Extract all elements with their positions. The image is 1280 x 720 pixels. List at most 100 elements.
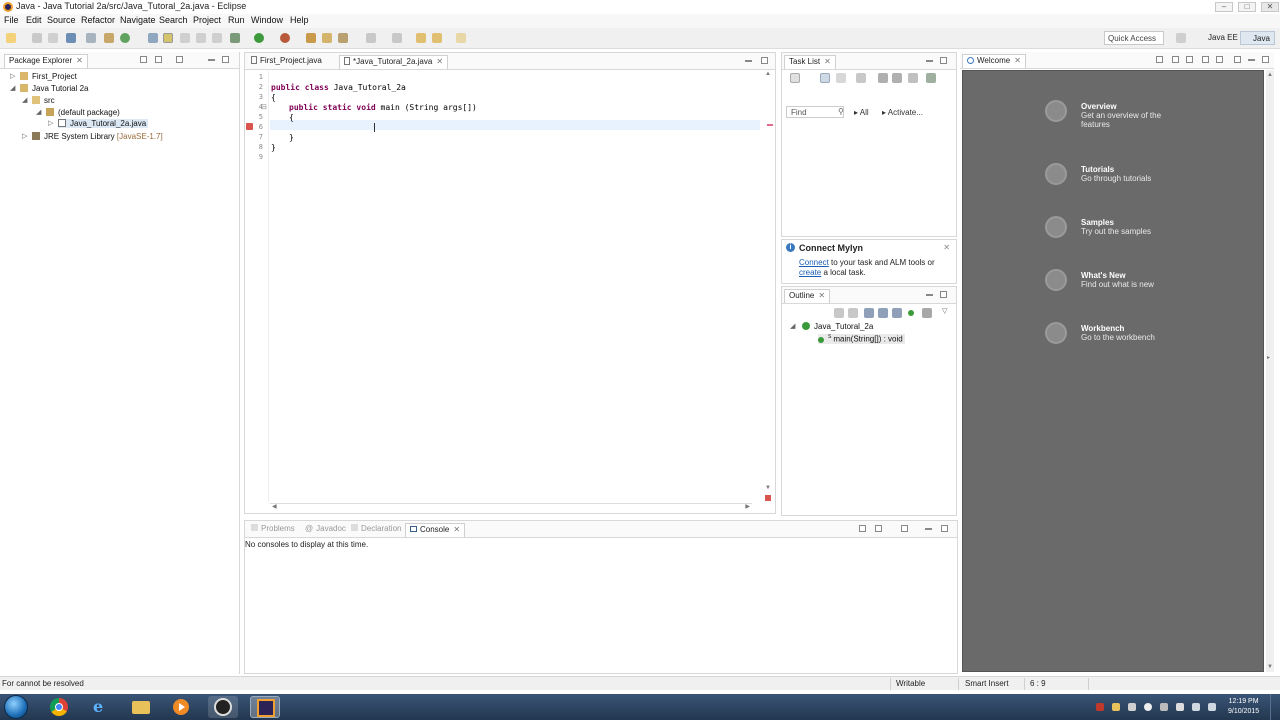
external-tools-icon[interactable] xyxy=(280,33,290,43)
new-package-icon[interactable] xyxy=(322,33,332,43)
show-desktop-button[interactable] xyxy=(1270,694,1280,720)
network-icon[interactable] xyxy=(1192,703,1200,711)
vertical-scrollbar[interactable]: ▲ ▼ xyxy=(765,71,773,501)
menu-navigate[interactable]: Navigate xyxy=(120,15,156,25)
minimize-view-icon[interactable] xyxy=(1248,59,1255,61)
tab-task-list[interactable]: Task List ✕ xyxy=(784,55,836,69)
next-annotation-icon[interactable] xyxy=(366,33,376,43)
collapse-all-icon[interactable] xyxy=(908,73,918,83)
chrome-icon[interactable] xyxy=(44,696,74,718)
minimize-view-icon[interactable] xyxy=(925,528,932,530)
file-explorer-icon[interactable] xyxy=(126,696,156,718)
new-java-project-icon[interactable] xyxy=(306,33,316,43)
minimize-view-icon[interactable] xyxy=(208,59,215,61)
menu-source[interactable]: Source xyxy=(47,15,76,25)
focus-icon[interactable] xyxy=(878,73,888,83)
tree-item-java-file[interactable]: ▷ Java_Tutoral_2a.java xyxy=(48,119,149,128)
new-task-icon[interactable] xyxy=(790,73,800,83)
scroll-left-icon[interactable]: ◀ xyxy=(272,503,277,510)
welcome-workbench[interactable]: Workbench Go to the workbench xyxy=(1045,322,1191,344)
tree-item-jre-library[interactable]: ▷ JRE System Library [JavaSE-1.7] xyxy=(22,132,163,141)
menu-refactor[interactable]: Refactor xyxy=(81,15,115,25)
welcome-scrollbar[interactable]: ▲ ▸ ▼ xyxy=(1266,70,1274,672)
minimize-button[interactable]: – xyxy=(1215,2,1233,12)
maximize-view-icon[interactable] xyxy=(940,57,947,64)
word-wrap-icon[interactable] xyxy=(196,33,206,43)
collapse-icon[interactable]: ◢ xyxy=(22,96,27,104)
layout-icon[interactable] xyxy=(1234,56,1241,63)
close-icon[interactable]: ✕ xyxy=(943,243,950,252)
media-player-icon[interactable] xyxy=(166,696,196,718)
whitespace-icon[interactable] xyxy=(180,33,190,43)
code-line-5[interactable]: { xyxy=(289,113,294,122)
toggle-mark-icon[interactable] xyxy=(148,33,158,43)
show-source-icon[interactable] xyxy=(212,33,222,43)
forward-icon[interactable] xyxy=(456,33,466,43)
link-editor-icon[interactable] xyxy=(922,308,932,318)
tab-problems[interactable]: Problems xyxy=(247,523,299,537)
close-icon[interactable]: ✕ xyxy=(453,525,460,534)
prev-annotation-icon[interactable] xyxy=(392,33,402,43)
hide-static-icon[interactable] xyxy=(878,308,888,318)
scroll-up-icon[interactable]: ▲ xyxy=(765,71,771,77)
scroll-up-icon[interactable]: ▲ xyxy=(1267,72,1273,78)
close-icon[interactable]: ✕ xyxy=(436,57,443,66)
menu-run[interactable]: Run xyxy=(228,15,245,25)
collapse-all-icon[interactable] xyxy=(140,56,147,63)
scroll-thumb-icon[interactable]: ▸ xyxy=(1267,354,1270,361)
minimize-view-icon[interactable] xyxy=(745,60,752,62)
outline-method-item[interactable]: Smain(String[]) : void xyxy=(818,334,905,344)
tray-icon[interactable] xyxy=(1144,703,1152,711)
tab-javadoc[interactable]: @ Javadoc xyxy=(301,523,350,537)
scroll-down-icon[interactable]: ▼ xyxy=(765,485,771,491)
view-menu-icon[interactable]: ▽ xyxy=(942,307,947,315)
tray-icon[interactable] xyxy=(1160,703,1168,711)
tray-icon[interactable] xyxy=(1128,703,1136,711)
refresh-icon[interactable] xyxy=(120,33,130,43)
expand-icon[interactable]: ▷ xyxy=(10,72,15,80)
menu-file[interactable]: File xyxy=(4,15,19,25)
new-console-icon[interactable] xyxy=(901,525,908,532)
code-line-4[interactable]: public static void main (String args[]) xyxy=(289,103,477,112)
tray-icon[interactable] xyxy=(1112,703,1120,711)
menu-search[interactable]: Search xyxy=(159,15,188,25)
menu-edit[interactable]: Edit xyxy=(26,15,42,25)
maximize-view-icon[interactable] xyxy=(940,291,947,298)
home-icon[interactable] xyxy=(1156,56,1163,63)
code-line-8[interactable]: } xyxy=(271,143,276,152)
run-icon[interactable] xyxy=(254,33,264,43)
obs-icon[interactable] xyxy=(208,696,238,718)
welcome-overview[interactable]: Overview Get an overview of the features xyxy=(1045,100,1191,129)
code-line-7[interactable]: } xyxy=(289,133,294,142)
maximize-icon[interactable] xyxy=(1216,56,1223,63)
quick-access-input[interactable]: Quick Access xyxy=(1104,31,1164,45)
code-line-3[interactable]: { xyxy=(271,93,276,102)
new-icon[interactable] xyxy=(6,33,16,43)
minimize-view-icon[interactable] xyxy=(926,294,933,296)
print-icon[interactable] xyxy=(66,33,76,43)
new-class-icon[interactable] xyxy=(338,33,348,43)
tab-package-explorer[interactable]: Package Explorer ✕ xyxy=(4,54,88,68)
hide-fields-icon[interactable] xyxy=(864,308,874,318)
menu-window[interactable]: Window xyxy=(251,15,283,25)
outline-class-item[interactable]: ◢ Java_Tutoral_2a xyxy=(790,322,873,331)
categorized-icon[interactable] xyxy=(820,73,830,83)
expand-icon[interactable]: ▷ xyxy=(22,132,27,140)
tab-console[interactable]: Console ✕ xyxy=(405,523,466,537)
connect-link[interactable]: Connect xyxy=(799,258,829,267)
forward-icon[interactable] xyxy=(1186,56,1193,63)
close-icon[interactable]: ✕ xyxy=(818,291,825,300)
maximize-view-icon[interactable] xyxy=(761,57,768,64)
tab-declaration[interactable]: Declaration xyxy=(347,523,405,537)
tree-item-default-package[interactable]: ◢ (default package) xyxy=(36,108,120,117)
welcome-samples[interactable]: Samples Try out the samples xyxy=(1045,216,1191,238)
collapse-all-icon[interactable] xyxy=(834,308,844,318)
welcome-whats-new[interactable]: What's New Find out what is new xyxy=(1045,269,1191,291)
scroll-right-icon[interactable]: ▶ xyxy=(745,503,750,510)
maximize-view-icon[interactable] xyxy=(941,525,948,532)
hide-completed-icon[interactable] xyxy=(856,73,866,83)
volume-icon[interactable] xyxy=(1208,703,1216,711)
display-console-icon[interactable] xyxy=(875,525,882,532)
perspective-java[interactable]: Java xyxy=(1240,31,1275,45)
close-icon[interactable]: ✕ xyxy=(824,57,831,66)
